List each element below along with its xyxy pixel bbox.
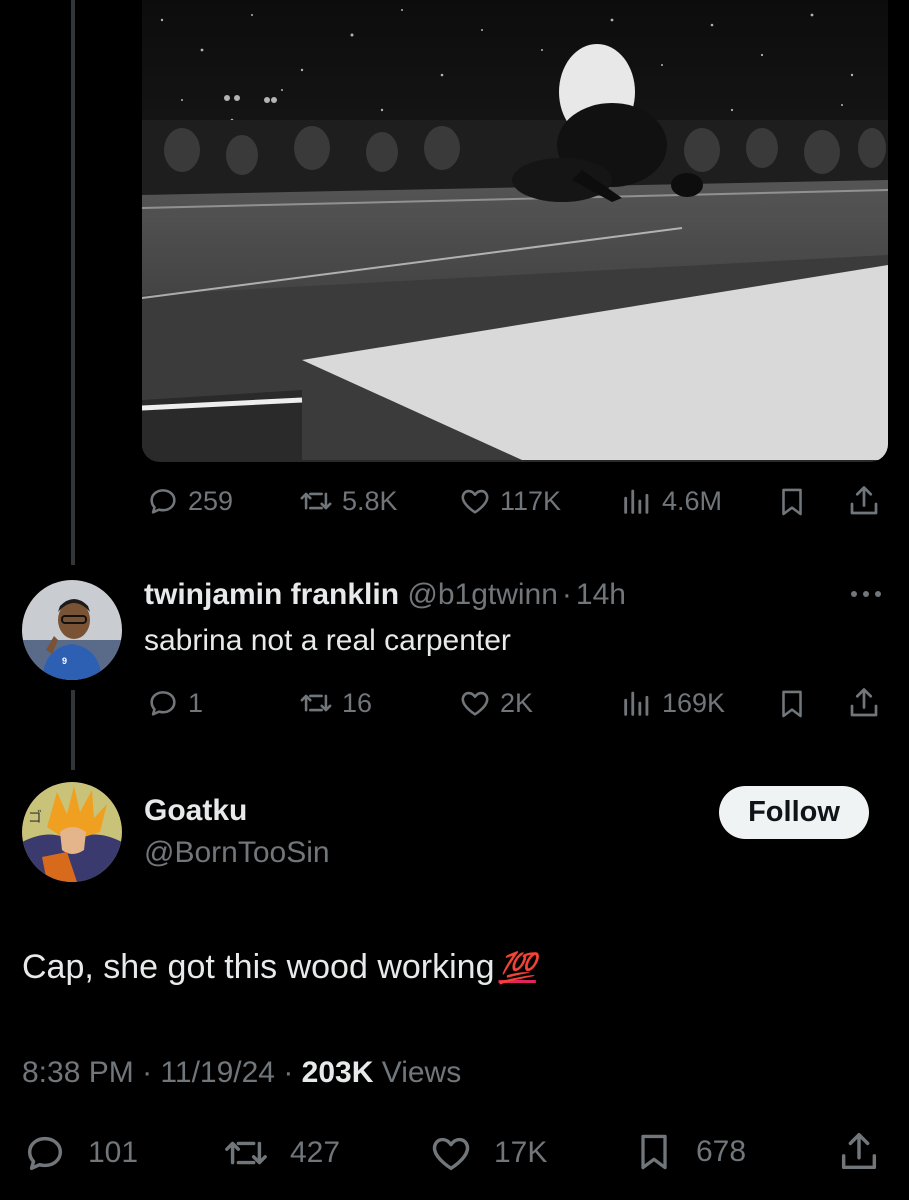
views-total[interactable]: 203K	[302, 1056, 374, 1089]
focused-display-name[interactable]: Goatku	[144, 794, 247, 828]
reply-text: sabrina not a real carpenter	[144, 624, 511, 657]
retweet-icon	[300, 492, 332, 510]
share-icon	[850, 486, 878, 515]
reply-icon	[150, 489, 176, 514]
like-icon	[432, 1137, 470, 1171]
reply-bookmark-action[interactable]	[775, 686, 809, 722]
reply-icon	[27, 1136, 63, 1171]
reply-icon	[150, 691, 176, 716]
views-icon	[624, 691, 649, 716]
focused-retweet-count: 427	[290, 1136, 341, 1169]
reply-views-action[interactable]: 169K	[620, 686, 725, 720]
focused-bookmark-action[interactable]: 678	[632, 1128, 746, 1176]
views-action[interactable]: 4.6M	[620, 484, 722, 518]
focused-reply-count: 101	[88, 1136, 139, 1169]
bookmark-icon	[782, 690, 802, 718]
views-label: Views	[381, 1056, 462, 1089]
like-icon	[461, 691, 489, 716]
bookmark-icon	[641, 1134, 667, 1170]
like-icon	[461, 489, 489, 514]
focused-reply-action[interactable]: 101	[22, 1130, 138, 1176]
focused-like-action[interactable]: 17K	[428, 1130, 547, 1176]
views-count: 4.6M	[662, 485, 723, 516]
reply-like-action[interactable]: 2K	[458, 686, 533, 720]
hundred-points-emoji: 💯	[498, 952, 536, 985]
retweet-count: 5.8K	[342, 485, 398, 516]
reply-views-count: 169K	[662, 687, 726, 718]
reply-retweet-action[interactable]: 16	[298, 686, 372, 720]
bookmark-icon	[782, 488, 802, 516]
meta-dot-1: ·	[142, 1056, 153, 1089]
bookmark-action[interactable]	[775, 484, 809, 520]
focused-bookmark-count: 678	[696, 1135, 747, 1168]
reply-retweet-count: 16	[342, 687, 373, 718]
reply-reply-action[interactable]: 1	[146, 686, 203, 720]
share-icon	[850, 688, 878, 717]
focused-avatar[interactable]: ゴ	[22, 782, 122, 882]
reply-time[interactable]: 14h	[576, 578, 626, 611]
share-icon	[841, 1133, 877, 1170]
focused-tweet-body: Cap, she got this wood working	[22, 948, 495, 986]
like-count: 117K	[500, 485, 562, 516]
like-action[interactable]: 117K	[458, 484, 561, 518]
svg-text:9: 9	[62, 656, 67, 666]
tweet-meta: 8:38 PM · 11/19/24 · 203K Views	[22, 1056, 461, 1090]
tweet-time[interactable]: 8:38 PM	[22, 1056, 134, 1089]
reply-count: 259	[188, 485, 234, 516]
retweet-icon	[300, 694, 332, 712]
reply-avatar[interactable]: 9	[22, 580, 122, 680]
retweet-icon	[225, 1141, 267, 1165]
meta-dot-2: ·	[283, 1056, 294, 1089]
focused-tweet-text: Cap, she got this wood working 💯	[22, 948, 536, 987]
thread-line-bottom	[71, 690, 75, 770]
tweet-date[interactable]: 11/19/24	[160, 1056, 275, 1089]
focused-handle[interactable]: @BornTooSin	[144, 836, 330, 870]
focused-retweet-action[interactable]: 427	[222, 1130, 340, 1176]
reply-header: twinjamin franklin @b1gtwinn · 14h	[144, 578, 626, 612]
reply-display-name[interactable]: twinjamin franklin	[144, 578, 399, 611]
reply-like-count: 2K	[500, 687, 534, 718]
more-icon[interactable]	[848, 582, 884, 611]
views-icon	[624, 489, 649, 514]
tweet-media-image[interactable]	[142, 0, 888, 462]
reply-handle[interactable]: @b1gtwinn	[407, 578, 558, 611]
focused-like-count: 17K	[494, 1136, 548, 1169]
svg-text:ゴ: ゴ	[28, 809, 42, 826]
share-action[interactable]	[846, 482, 882, 520]
retweet-action[interactable]: 5.8K	[298, 484, 398, 518]
follow-button[interactable]: Follow	[719, 786, 869, 839]
reply-separator: ·	[561, 578, 572, 611]
focused-share-action[interactable]	[836, 1128, 882, 1176]
reply-share-action[interactable]	[846, 684, 882, 722]
reply-action[interactable]: 259	[146, 484, 233, 518]
reply-reply-count: 1	[188, 687, 204, 718]
thread-line-top	[71, 0, 75, 565]
